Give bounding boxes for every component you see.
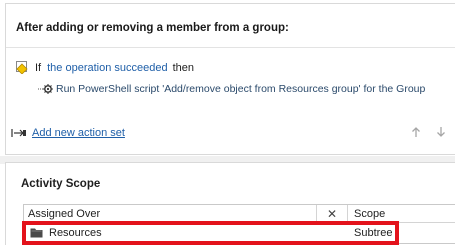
add-action-set-icon [11, 129, 26, 137]
column-scope[interactable]: Scope [354, 208, 385, 220]
condition-row: If the operation succeeded then [16, 61, 194, 74]
divider [6, 47, 455, 48]
activity-scope-heading: Activity Scope [21, 178, 101, 190]
add-action-set-row: Add new action set [11, 127, 125, 139]
then-label: then [172, 61, 195, 74]
arrow-down-icon [437, 127, 445, 137]
panel-title: After adding or removing a member from a… [16, 22, 289, 34]
highlight-box [22, 221, 399, 245]
action-text: Run PowerShell script 'Add/remove object… [56, 83, 426, 95]
action-row[interactable]: Run PowerShell script 'Add/remove object… [38, 83, 425, 95]
column-assigned-over[interactable]: Assigned Over [28, 208, 100, 220]
condition-link[interactable]: the operation succeeded [47, 62, 167, 74]
arrow-up-icon [412, 127, 420, 137]
move-up-button[interactable] [409, 124, 423, 140]
add-new-action-set-link[interactable]: Add new action set [32, 127, 125, 139]
gear-script-icon [38, 84, 53, 94]
move-down-button[interactable] [434, 124, 448, 140]
condition-icon [16, 61, 28, 74]
if-label: If [35, 61, 42, 74]
